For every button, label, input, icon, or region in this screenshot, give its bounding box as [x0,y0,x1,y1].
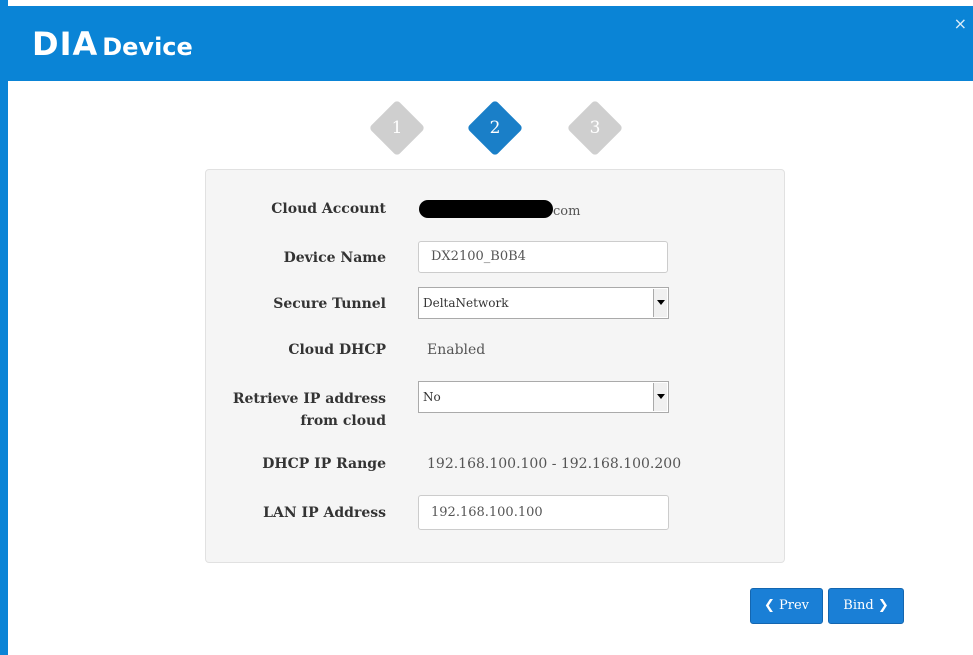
step-3-label: 3 [589,118,601,138]
bind-button-label: Bind [843,598,874,613]
retrieve-ip-select[interactable]: No [418,381,669,413]
prev-button[interactable]: ❮ Prev [750,588,823,624]
logo-device-text: Device [102,33,193,61]
lan-ip-address-label: LAN IP Address [263,505,386,521]
device-name-input[interactable]: DX2100_B0B4 [418,241,668,273]
secure-tunnel-selected-value: DeltaNetwork [423,296,509,310]
bind-form-panel: Cloud Account com Device Name DX2100_B0B… [205,169,785,563]
step-indicator: 1 2 3 [8,98,973,158]
cloud-dhcp-label: Cloud DHCP [288,342,386,358]
retrieve-ip-selected-value: No [423,390,441,404]
cloud-account-value: com [419,198,580,223]
close-icon[interactable]: × [954,16,967,32]
logo-dia-text: DIA [32,25,99,63]
dhcp-ip-range-label: DHCP IP Range [262,456,386,472]
bind-button[interactable]: Bind ❯ [828,588,904,624]
step-2-label: 2 [489,118,501,138]
step-1-label: 1 [391,118,403,138]
device-setup-dialog: DIA Device × 1 2 3 Cloud Account com Devi… [0,0,973,655]
redacted-email-mask [419,200,553,218]
retrieve-ip-label-line2: from cloud [300,413,386,429]
cloud-dhcp-value: Enabled [427,342,486,358]
lan-ip-address-input[interactable]: 192.168.100.100 [418,495,669,530]
cloud-account-suffix: com [553,204,581,219]
dialog-header: DIA Device × [8,6,973,81]
secure-tunnel-label: Secure Tunnel [273,296,386,312]
dhcp-ip-range-value: 192.168.100.100 - 192.168.100.200 [427,456,682,472]
dropdown-arrow-icon[interactable] [653,289,667,317]
retrieve-ip-label-line1: Retrieve IP address [232,391,386,407]
cloud-account-label: Cloud Account [271,201,386,217]
dropdown-arrow-icon[interactable] [653,383,667,411]
chevron-right-icon: ❯ [877,598,889,613]
secure-tunnel-select[interactable]: DeltaNetwork [418,287,669,319]
prev-button-label: Prev [779,598,810,613]
chevron-left-icon: ❮ [763,598,775,613]
dia-device-logo: DIA Device [32,28,193,60]
device-name-label: Device Name [283,250,386,266]
